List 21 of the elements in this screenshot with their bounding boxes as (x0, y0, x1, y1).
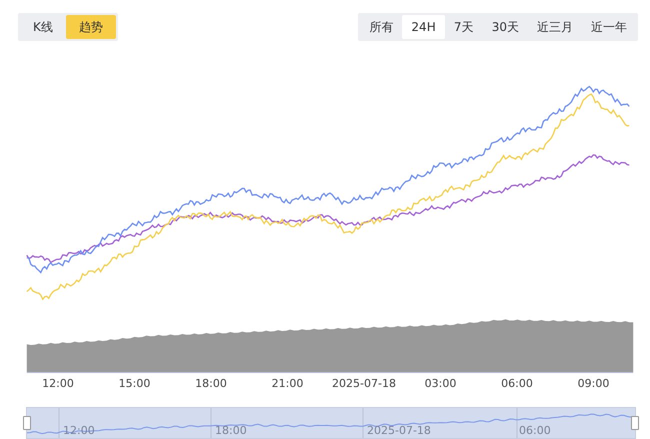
axis-label: 06:00 (501, 377, 533, 390)
range-tab[interactable]: 24H (402, 15, 445, 39)
axis-label: 03:00 (424, 377, 456, 390)
range-tab[interactable]: 30天 (482, 15, 528, 39)
axis-label: 21:00 (272, 377, 304, 390)
view-tab[interactable]: K线 (20, 15, 66, 39)
view-tab[interactable]: 趋势 (66, 15, 116, 39)
range-tab[interactable]: 7天 (444, 15, 483, 39)
axis-label: 12:00 (42, 377, 74, 390)
range-tab[interactable]: 近一年 (582, 15, 636, 39)
slider-label: 18:00 (215, 424, 247, 437)
range-tab[interactable]: 近三月 (528, 15, 582, 39)
axis-label: 2025-07-18 (332, 377, 396, 390)
axis-label: 15:00 (118, 377, 150, 390)
axis-label: 09:00 (578, 377, 610, 390)
axis-label: 18:00 (195, 377, 227, 390)
range-tab[interactable]: 所有 (360, 15, 402, 39)
slider-label: 06:00 (519, 424, 551, 437)
slider-label: 2025-07-18 (367, 424, 431, 437)
slider-handle[interactable] (631, 416, 639, 430)
slider-handle[interactable] (23, 416, 31, 430)
